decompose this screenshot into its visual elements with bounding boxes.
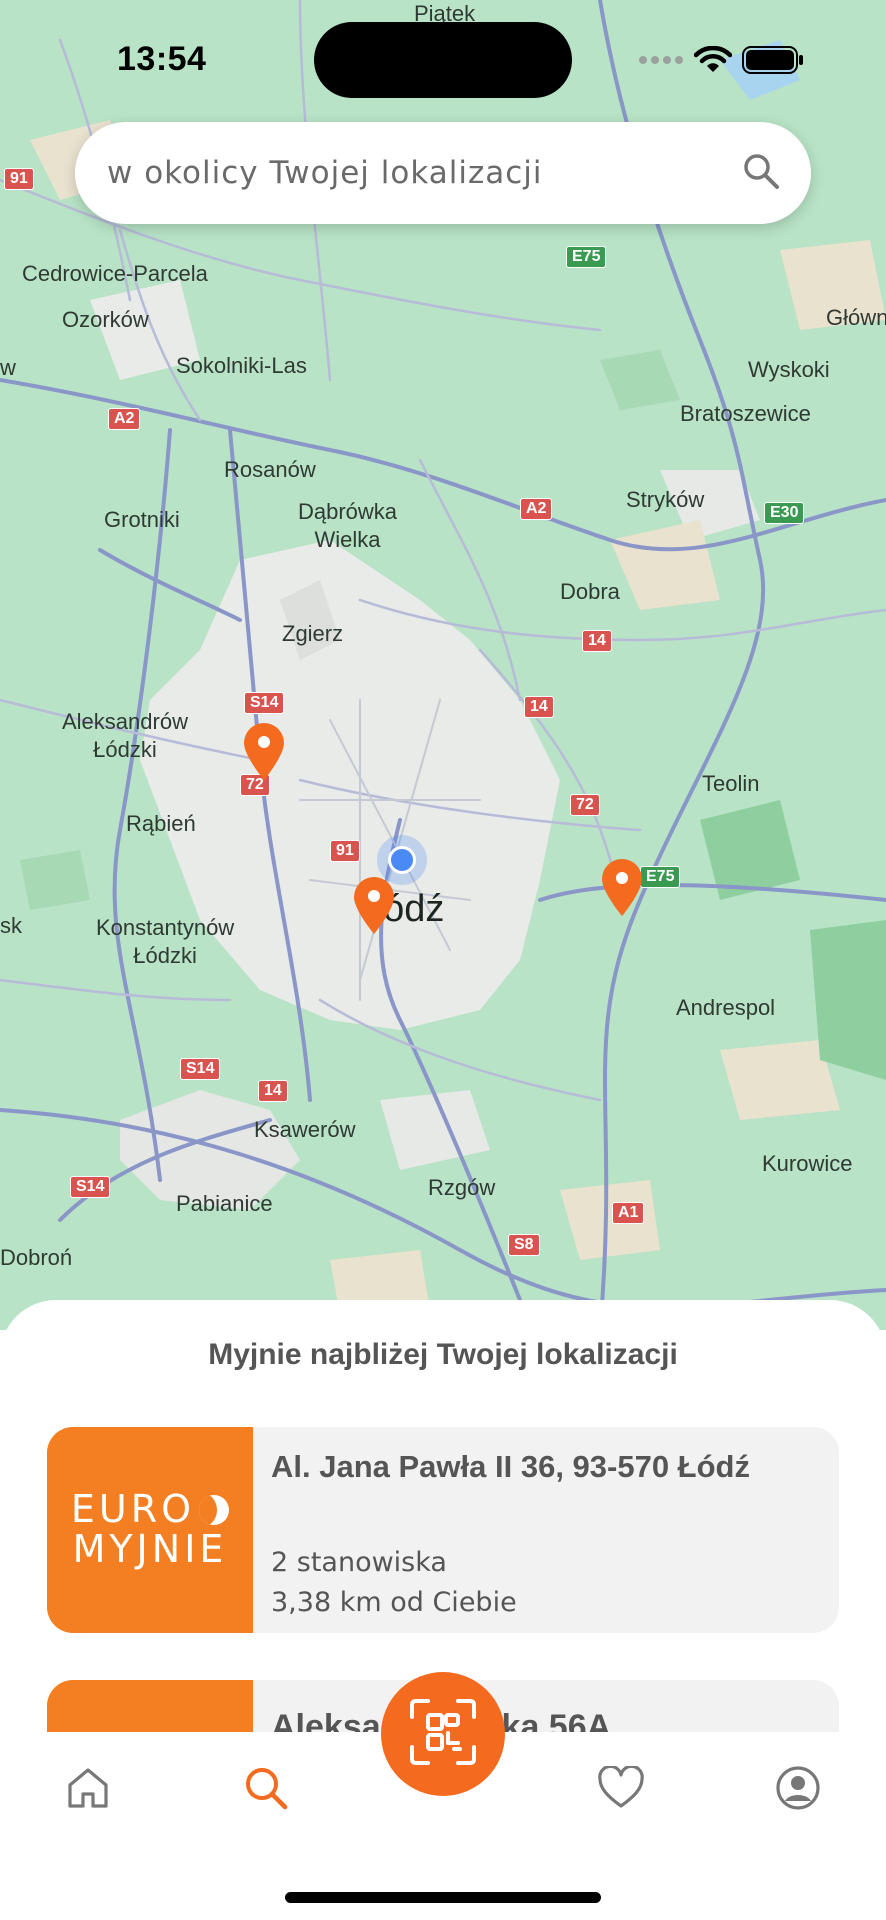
map-label-dobra: Dobra bbox=[560, 579, 620, 604]
road-shield-a1: A1 bbox=[612, 1202, 645, 1224]
home-icon bbox=[65, 1765, 111, 1816]
map-pin-icon[interactable] bbox=[242, 722, 286, 782]
scan-button[interactable] bbox=[381, 1672, 505, 1796]
map-label-w: w bbox=[0, 355, 16, 380]
road-shield-72: 72 bbox=[570, 794, 600, 816]
tab-search[interactable] bbox=[236, 1760, 296, 1820]
map-label-ksawerow: Ksawerów bbox=[254, 1117, 356, 1142]
map-label-rzgow: Rzgów bbox=[428, 1175, 496, 1200]
map-label-andrespol: Andrespol bbox=[676, 995, 776, 1020]
profile-icon bbox=[775, 1765, 821, 1816]
map-label-rabien: Rąbień bbox=[126, 811, 196, 836]
road-shield-91: 91 bbox=[330, 840, 360, 862]
map-label-konstantynow: Konstantynów Łódzki bbox=[96, 915, 235, 968]
road-shield-e30: E30 bbox=[764, 502, 805, 524]
home-indicator bbox=[285, 1892, 601, 1903]
carwash-address: Al. Jana Pawła II 36, 93-570 Łódź bbox=[271, 1449, 750, 1484]
logo-line1: EURO bbox=[70, 1487, 196, 1532]
map-label-aleksandrow: Aleksandrów Łódzki bbox=[62, 709, 188, 762]
road-shield-e75: E75 bbox=[640, 866, 681, 888]
tab-home[interactable] bbox=[58, 1760, 118, 1820]
map-label-strykow: Stryków bbox=[626, 487, 705, 512]
map-label-dabrowka: Dąbrówka Wielka bbox=[298, 499, 398, 552]
road-shield-14: 14 bbox=[258, 1080, 288, 1102]
road-shield-91: 91 bbox=[4, 168, 34, 190]
map-label-zgierz: Zgierz bbox=[282, 621, 344, 646]
heart-icon bbox=[597, 1764, 645, 1815]
search-input[interactable] bbox=[107, 155, 741, 191]
search-bar[interactable] bbox=[75, 122, 811, 224]
carwash-stands: 2 stanowiska bbox=[271, 1547, 447, 1578]
search-icon bbox=[243, 1765, 289, 1816]
road-shield-14: 14 bbox=[582, 630, 612, 652]
road-shield-a2: A2 bbox=[520, 498, 553, 520]
scan-icon bbox=[408, 1697, 478, 1772]
map-label-ozorkow: Ozorków bbox=[62, 307, 149, 332]
status-time: 13:54 bbox=[117, 40, 207, 78]
tab-favorites[interactable] bbox=[591, 1760, 651, 1820]
wifi-icon bbox=[693, 45, 733, 79]
cellular-icon bbox=[638, 53, 684, 72]
map-label-bratoszewice: Bratoszewice bbox=[680, 401, 811, 426]
tab-profile[interactable] bbox=[768, 1760, 828, 1820]
logo-line2: MYJNIE bbox=[72, 1527, 228, 1571]
map-label-pabianice: Pabianice bbox=[176, 1191, 273, 1216]
road-shield-s14: S14 bbox=[70, 1176, 111, 1198]
map-pin-icon[interactable] bbox=[600, 858, 644, 918]
status-icons bbox=[638, 45, 804, 79]
map-label-grotniki: Grotniki bbox=[104, 507, 180, 532]
map-label-dobron: Dobroń bbox=[0, 1245, 73, 1270]
road-shield-14: 14 bbox=[524, 696, 554, 718]
map-label-sokolniki: Sokolniki-Las bbox=[176, 353, 307, 378]
map-pin-icon[interactable] bbox=[352, 876, 396, 936]
battery-icon bbox=[742, 46, 804, 79]
road-shield-s8: S8 bbox=[508, 1234, 540, 1256]
map-label-sk: sk bbox=[0, 913, 22, 938]
dynamic-island bbox=[314, 22, 572, 98]
sheet-title: Myjnie najbliżej Twojej lokalizacji bbox=[208, 1338, 678, 1371]
carwash-distance: 3,38 km od Ciebie bbox=[271, 1587, 517, 1618]
logo-moon-icon bbox=[199, 1495, 230, 1526]
map-label-kurowice: Kurowice bbox=[762, 1151, 853, 1176]
road-shield-s14: S14 bbox=[180, 1058, 221, 1080]
map-label-cedrowice: Cedrowice-Parcela bbox=[22, 261, 208, 286]
map-label-wyskoki: Wyskoki bbox=[748, 357, 830, 382]
map-label-teolin: Teolin bbox=[702, 771, 760, 796]
app-screen: Piątek Cedrowice-Parcela Ozorków Sokolni… bbox=[0, 0, 886, 1920]
road-shield-a2: A2 bbox=[108, 408, 141, 430]
road-shield-s14: S14 bbox=[244, 692, 285, 714]
carwash-card[interactable]: EURO MYJNIE Al. Jana Pawła II 36, 93-570… bbox=[47, 1427, 839, 1633]
search-icon[interactable] bbox=[741, 151, 781, 196]
map-label-rosanow: Rosanów bbox=[224, 457, 316, 482]
euromyjnie-logo: EURO MYJNIE bbox=[47, 1427, 253, 1633]
road-shield-e75: E75 bbox=[566, 246, 607, 268]
map-label-glown: Główn bbox=[826, 305, 886, 330]
